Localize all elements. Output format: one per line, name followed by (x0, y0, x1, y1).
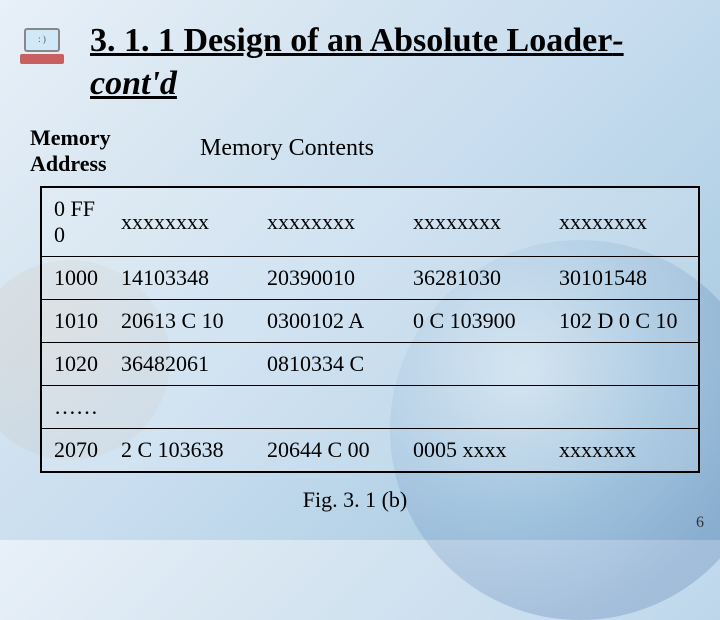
content-cell: xxxxxxxx (407, 187, 553, 257)
content-cell: 30101548 (553, 256, 699, 299)
content-cell (553, 342, 699, 385)
content-cell: 20390010 (261, 256, 407, 299)
content-cell: 14103348 (115, 256, 261, 299)
table-row: …… (41, 385, 699, 428)
content-cell: 0810334 C (261, 342, 407, 385)
content-cell (407, 342, 553, 385)
content-cell: 20644 C 00 (261, 428, 407, 472)
content-cell: 36482061 (115, 342, 261, 385)
content-cell: xxxxxxx (553, 428, 699, 472)
content-cell: 2 C 103638 (115, 428, 261, 472)
addr-cell: 1000 (41, 256, 115, 299)
addr-cell: 0 FF 0 (41, 187, 115, 257)
addr-cell: 2070 (41, 428, 115, 472)
header-addr-line1: Memory (30, 125, 111, 150)
content-cell: 0005 xxxx (407, 428, 553, 472)
content-cell: 0 C 103900 (407, 299, 553, 342)
content-cell: 36281030 (407, 256, 553, 299)
title-main: 3. 1. 1 Design of an Absolute Loader (90, 22, 612, 59)
table-row: 2070 2 C 103638 20644 C 00 0005 xxxx xxx… (41, 428, 699, 472)
content-cell: 0300102 A (261, 299, 407, 342)
table-row: 1000 14103348 20390010 36281030 30101548 (41, 256, 699, 299)
column-headers: Memory Address Memory Contents (30, 125, 680, 178)
figure-caption: Fig. 3. 1 (b) (30, 487, 680, 513)
memory-table: 0 FF 0 xxxxxxxx xxxxxxxx xxxxxxxx xxxxxx… (40, 186, 700, 473)
icon-face: : ) (26, 30, 58, 48)
content-cell (261, 385, 407, 428)
addr-cell: …… (41, 385, 115, 428)
table-row: 1020 36482061 0810334 C (41, 342, 699, 385)
page-title: 3. 1. 1 Design of an Absolute Loader-con… (90, 20, 680, 105)
addr-cell: 1020 (41, 342, 115, 385)
computer-icon: : ) (18, 28, 66, 66)
addr-cell: 1010 (41, 299, 115, 342)
table-row: 1010 20613 C 10 0300102 A 0 C 103900 102… (41, 299, 699, 342)
content-cell: 102 D 0 C 10 (553, 299, 699, 342)
header-addr-line2: Address (30, 151, 107, 176)
content-cell: xxxxxxxx (261, 187, 407, 257)
content-cell (407, 385, 553, 428)
table-row: 0 FF 0 xxxxxxxx xxxxxxxx xxxxxxxx xxxxxx… (41, 187, 699, 257)
content-cell: xxxxxxxx (553, 187, 699, 257)
content-cell (115, 385, 261, 428)
content-cell: 20613 C 10 (115, 299, 261, 342)
content-cell: xxxxxxxx (115, 187, 261, 257)
header-memory-address: Memory Address (30, 125, 140, 178)
content-cell (553, 385, 699, 428)
header-memory-contents: Memory Contents (200, 135, 374, 178)
